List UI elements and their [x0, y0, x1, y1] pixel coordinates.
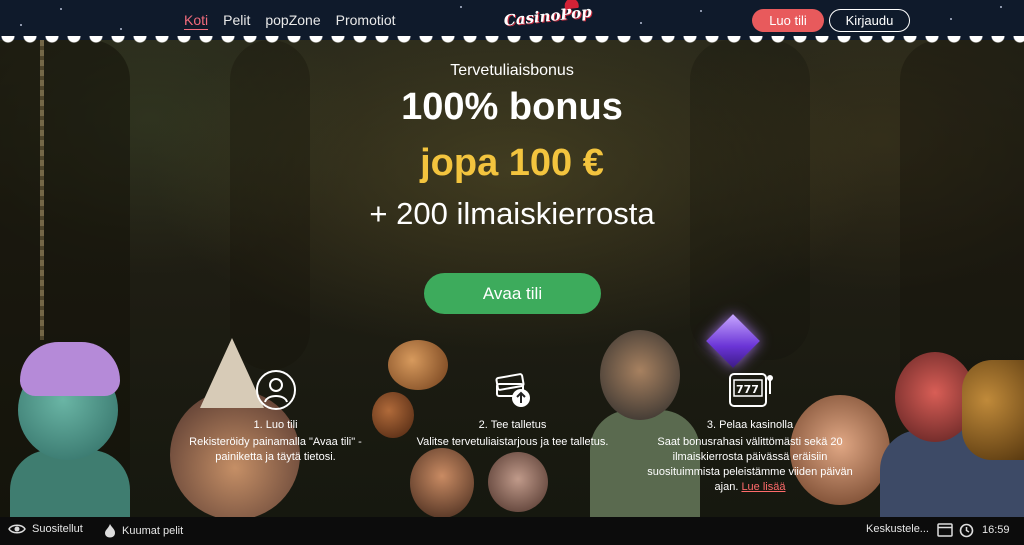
step-create-account: 1. Luo tili Rekisteröidy painamalla "Ava…: [168, 368, 383, 465]
snowflake: [120, 28, 122, 30]
slot-machine-icon: 777: [729, 373, 773, 407]
clock-time: 16:59: [982, 524, 1010, 536]
register-button[interactable]: Luo tili: [752, 9, 824, 32]
welcome-bonus-label: Tervetuliaisbonus: [450, 62, 574, 79]
santa-hat-icon: [563, 0, 579, 10]
snowflake: [950, 18, 952, 20]
fairy-character-hair: [20, 342, 120, 396]
chat-button[interactable]: Keskustele...: [866, 523, 929, 535]
bonus-amount: jopa 100 €: [420, 142, 604, 184]
main-menu: Koti Pelit popZone Promotiot: [184, 12, 396, 30]
recommended-label: Suositellut: [32, 523, 83, 535]
robot-character: [962, 360, 1024, 460]
hanging-rope: [40, 40, 44, 340]
snowflake: [60, 8, 62, 10]
fairy-character: [10, 450, 130, 517]
nav-link-games[interactable]: Pelit: [223, 12, 250, 30]
snowflake: [1000, 6, 1002, 8]
step-play-casino: 777 3. Pelaa kasinolla Saat bonusrahasi …: [640, 368, 860, 495]
logo-text: CasinoPop: [502, 2, 593, 30]
svg-text:777: 777: [736, 383, 759, 396]
snowflake: [460, 6, 462, 8]
hot-games-tab[interactable]: Kuumat pelit: [104, 523, 183, 538]
step-description: Valitse tervetuliaistarjous ja tee talle…: [416, 436, 609, 448]
snowflake: [700, 10, 702, 12]
step-deposit: 2. Tee talletus Valitse tervetuliaistarj…: [415, 368, 610, 450]
nav-link-promotions[interactable]: Promotiot: [336, 12, 396, 30]
snowflake: [640, 22, 642, 24]
bottom-bar: Suositellut Kuumat pelit Keskustele... 1…: [0, 517, 1024, 545]
login-button[interactable]: Kirjaudu: [829, 9, 910, 32]
casinopop-logo[interactable]: CasinoPop: [503, 0, 592, 35]
open-account-button[interactable]: Avaa tili: [424, 273, 601, 314]
nav-link-popzone[interactable]: popZone: [265, 12, 320, 30]
money-upload-icon: [494, 373, 530, 407]
calendar-icon[interactable]: [937, 523, 953, 537]
free-spins-text: + 200 ilmaiskierrosta: [369, 196, 655, 231]
step-title: 1. Luo tili: [253, 419, 298, 431]
monkey-character: [488, 452, 548, 512]
flame-icon: [105, 524, 115, 538]
user-icon: [255, 370, 296, 410]
top-navigation: Koti Pelit popZone Promotiot CasinoPop L…: [0, 0, 1024, 46]
recommended-tab[interactable]: Suositellut: [8, 523, 83, 535]
chat-label: Keskustele...: [866, 523, 929, 535]
read-more-link[interactable]: Lue lisää: [741, 481, 785, 493]
eye-icon: [8, 524, 26, 534]
step-title: 3. Pelaa kasinolla: [706, 419, 794, 431]
step-description: Rekisteröidy painamalla "Avaa tili" -pai…: [189, 436, 362, 463]
step-title: 2. Tee talletus: [478, 419, 547, 431]
nav-link-home[interactable]: Koti: [184, 12, 209, 30]
bonus-headline: 100% bonus: [401, 86, 623, 128]
hot-games-label: Kuumat pelit: [122, 524, 184, 537]
jungle-character: [410, 448, 474, 517]
clock-icon: [959, 523, 974, 538]
snowflake: [20, 24, 22, 26]
